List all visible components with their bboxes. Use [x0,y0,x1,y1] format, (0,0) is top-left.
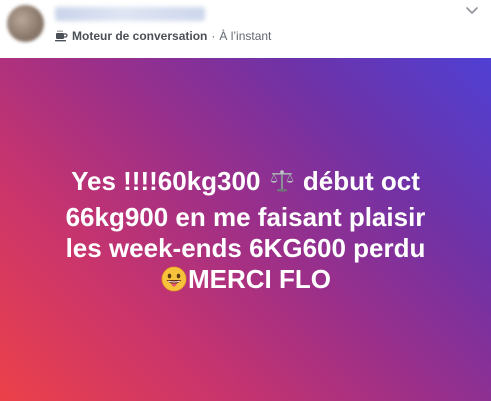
post-text: Yes !!!!60kg300 début oct 66kg900 en me … [0,166,491,300]
post-line-2: 66kg900 en me faisant plaisir [65,202,426,232]
post-text-segment: MERCI FLO [188,264,331,294]
post-text-segment: Yes !!!!60kg300 [71,166,261,196]
post-meta: Moteur de conversation · À l’instant [55,28,271,44]
post-line-4: MERCI FLO [0,264,491,300]
post-text-segment: début oct [302,166,420,196]
chevron-down-icon[interactable] [463,4,481,18]
avatar[interactable] [7,5,44,42]
app-name-link[interactable]: Moteur de conversation [72,29,207,43]
balance-scale-icon [268,167,296,202]
post-line-3: les week-ends 6KG600 perdu [65,233,426,263]
post-timestamp[interactable]: À l’instant [219,29,271,43]
author-name[interactable] [55,7,205,21]
coffee-cup-icon [55,30,68,42]
post-header: Moteur de conversation · À l’instant [0,0,491,58]
post-line-1: Yes !!!!60kg300 début oct [0,166,491,202]
post-card: Moteur de conversation · À l’instant Yes… [0,0,491,401]
post-background: Yes !!!!60kg300 début oct 66kg900 en me … [0,58,491,401]
grinning-face-tongue-icon [160,265,188,300]
meta-separator: · [211,29,216,43]
